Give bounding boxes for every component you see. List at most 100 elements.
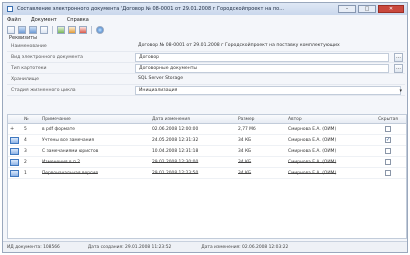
property-row: Наименование Договор № 08-0001 от 29.01.… <box>7 41 405 52</box>
hidden-checkbox[interactable]: ✓ <box>385 137 391 143</box>
row-hidden-cell <box>370 157 406 167</box>
print-icon[interactable] <box>40 25 48 34</box>
hidden-checkbox[interactable] <box>385 159 391 165</box>
column-header-note[interactable]: Примечание <box>42 115 142 123</box>
property-label: Вид электронного документа <box>11 54 84 60</box>
status-doc-id: ИД документа: 108566 <box>7 244 60 250</box>
row-icon <box>10 146 22 156</box>
document-version-icon <box>10 136 19 144</box>
maximize-button[interactable]: □ <box>358 5 376 13</box>
row-hidden-cell <box>370 124 406 134</box>
row-number: 3 <box>24 148 27 154</box>
row-size: 34 КБ <box>238 137 252 143</box>
row-number: 1 <box>24 170 27 176</box>
row-hidden-cell <box>370 146 406 156</box>
row-size: 34 КБ <box>238 170 252 176</box>
save-icon[interactable] <box>29 25 37 34</box>
menu-file[interactable]: Файл <box>7 17 21 23</box>
status-modified: Дата изменения: 02.06.2008 12:03:22 <box>201 244 289 250</box>
row-date: 10.04.2008 12:31:18 <box>152 148 199 154</box>
property-label: Тип картотеки <box>11 65 47 71</box>
minimize-button[interactable]: – <box>338 5 356 13</box>
hidden-checkbox[interactable] <box>385 126 391 132</box>
row-size: 34 КБ <box>238 148 252 154</box>
table-header: № Примечание Дата изменения Размер Автор… <box>8 115 406 124</box>
card-file-lookup-button[interactable]: … <box>394 64 403 73</box>
property-label: Наименование <box>11 43 47 49</box>
row-icon <box>10 168 22 178</box>
hidden-checkbox[interactable] <box>385 148 391 154</box>
row-date: 29.01.2008 12:23:50 <box>152 170 199 176</box>
chevron-down-icon[interactable]: ▾ <box>399 88 402 94</box>
close-button[interactable]: ✕ <box>378 5 404 13</box>
row-author: Смирнова Е.А. (ОИМ) <box>288 159 337 165</box>
row-number: 2 <box>24 159 27 165</box>
column-header-number[interactable]: № <box>24 115 40 123</box>
property-row: Стадия жизненного цикла Инициализация ▾ <box>7 85 405 96</box>
row-icon <box>10 157 22 167</box>
new-icon[interactable] <box>7 25 15 34</box>
row-date: 24.05.2008 12:31:32 <box>152 137 199 143</box>
property-label: Хранилище <box>11 76 39 82</box>
menu-help[interactable]: Справка <box>67 17 89 23</box>
properties-panel: Наименование Договор № 08-0001 от 29.01.… <box>7 41 405 96</box>
property-row: Тип картотеки Договорные документы … <box>7 63 405 74</box>
window-controls: – □ ✕ <box>338 5 404 13</box>
column-header-date[interactable]: Дата изменения <box>152 115 236 123</box>
menu-document[interactable]: Документ <box>31 17 57 23</box>
expand-icon[interactable]: + <box>10 126 14 132</box>
table-row[interactable]: 4 Учтены все замечания 24.05.2008 12:31:… <box>8 135 406 146</box>
row-icon: + <box>10 124 22 134</box>
row-author: Смирнова Е.А. (ОИМ) <box>288 126 337 132</box>
property-row: Хранилище SQL Server Storage <box>7 74 405 85</box>
doc-kind-field[interactable]: Договор <box>135 53 389 62</box>
menu-bar: Файл Документ Справка <box>3 15 407 24</box>
toolbar-separator <box>91 25 92 34</box>
table-row[interactable]: + 5 в pdf формате 02.06.2008 12:00:00 2,… <box>8 124 406 135</box>
status-created: Дата создания: 29.01.2008 11:23:52 <box>87 244 172 250</box>
name-value[interactable]: Договор № 08-0001 от 29.01.2008 г Городс… <box>135 42 403 51</box>
row-hidden-cell <box>370 168 406 178</box>
toolbar-separator <box>52 25 53 34</box>
app-icon <box>7 6 13 12</box>
column-header-hidden[interactable]: Скрытая <box>370 115 406 123</box>
status-bar: ИД документа: 108566 Дата создания: 29.0… <box>3 241 407 252</box>
card-file-field[interactable]: Договорные документы <box>135 64 389 73</box>
title-bar[interactable]: Составление электронного документа 'Дого… <box>3 3 407 15</box>
document-version-icon <box>10 169 19 177</box>
column-header-size[interactable]: Размер <box>238 115 282 123</box>
row-note: в pdf формате <box>42 126 75 132</box>
table-row[interactable]: 3 С замечаниями юристов 10.04.2008 12:31… <box>8 146 406 157</box>
row-size: 2,77 Мб <box>238 126 256 132</box>
globe-icon[interactable] <box>96 25 104 34</box>
table-row[interactable]: 1 Первоначальная версия 29.01.2008 12:23… <box>8 168 406 179</box>
versions-table: № Примечание Дата изменения Размер Автор… <box>7 114 407 239</box>
scan-icon[interactable] <box>57 25 65 34</box>
row-author: Смирнова Е.А. (ОИМ) <box>288 148 337 154</box>
lifecycle-stage-select[interactable]: Инициализация <box>135 86 401 95</box>
row-author: Смирнова Е.А. (ОИМ) <box>288 170 337 176</box>
property-row: Вид электронного документа Договор … <box>7 52 405 63</box>
open-icon[interactable] <box>18 25 26 34</box>
table-row[interactable]: 2 Изменения в п.2 29.02.2008 12:30:00 34… <box>8 157 406 168</box>
document-version-icon <box>10 158 19 166</box>
document-version-icon <box>10 147 19 155</box>
row-icon <box>10 135 22 145</box>
doc-kind-lookup-button[interactable]: … <box>394 53 403 62</box>
row-number: 5 <box>24 126 27 132</box>
storage-value: SQL Server Storage <box>138 76 184 81</box>
row-note: Первоначальная версия <box>42 170 98 176</box>
edit-icon[interactable] <box>68 25 76 34</box>
window-title: Составление электронного документа 'Дого… <box>17 6 284 12</box>
row-date: 02.06.2008 12:00:00 <box>152 126 199 132</box>
row-note: С замечаниями юристов <box>42 148 99 154</box>
hidden-checkbox[interactable] <box>385 170 391 176</box>
row-size: 34 КБ <box>238 159 252 165</box>
property-label: Стадия жизненного цикла <box>11 87 76 93</box>
column-header-author[interactable]: Автор <box>288 115 368 123</box>
delete-icon[interactable] <box>79 25 87 34</box>
row-note: Изменения в п.2 <box>42 159 81 165</box>
row-author: Смирнова Е.А. (ОИМ) <box>288 137 337 143</box>
toolbar <box>3 24 407 35</box>
row-date: 29.02.2008 12:30:00 <box>152 159 199 165</box>
